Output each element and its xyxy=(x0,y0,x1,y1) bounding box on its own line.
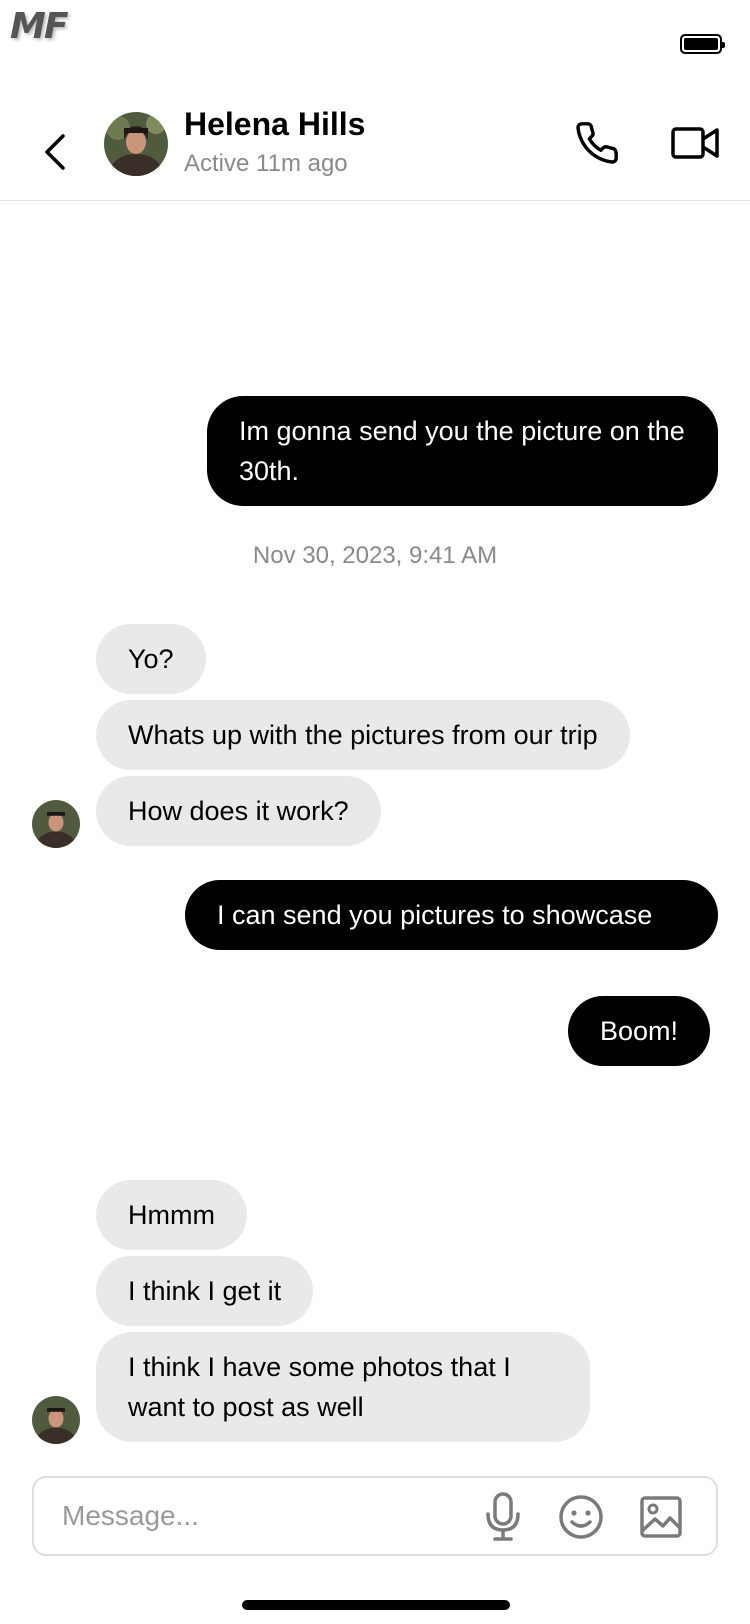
video-camera-icon xyxy=(671,127,719,159)
message-composer xyxy=(32,1476,718,1556)
contact-avatar-small[interactable] xyxy=(32,800,80,848)
contact-name: Helena Hills xyxy=(184,106,366,142)
contact-avatar[interactable] xyxy=(104,112,168,176)
message-input[interactable] xyxy=(62,1496,442,1536)
contact-avatar-small[interactable] xyxy=(32,1396,80,1444)
message-bubble-received[interactable]: How does it work? xyxy=(96,776,381,846)
message-bubble-received[interactable]: Whats up with the pictures from our trip xyxy=(96,700,630,770)
call-button[interactable] xyxy=(570,116,624,170)
voice-message-button[interactable] xyxy=(476,1490,530,1544)
message-bubble-received[interactable]: Hmmm xyxy=(96,1180,247,1250)
chevron-left-icon xyxy=(45,134,65,170)
message-bubble-received[interactable]: I think I get it xyxy=(96,1256,314,1326)
message-timestamp: Nov 30, 2023, 9:41 AM xyxy=(252,542,498,569)
emoji-button[interactable] xyxy=(554,1490,608,1544)
chat-header: Helena Hills Active 11m ago xyxy=(0,80,750,201)
message-bubble-sent[interactable]: Boom! xyxy=(568,996,711,1066)
image-icon xyxy=(640,1496,682,1538)
attach-image-button[interactable] xyxy=(634,1490,688,1544)
battery-icon xyxy=(680,34,725,54)
home-indicator[interactable] xyxy=(242,1600,510,1610)
message-bubble-sent[interactable]: Im gonna send you the picture on the 30t… xyxy=(207,396,718,506)
video-call-button[interactable] xyxy=(664,116,728,170)
message-bubble-received[interactable]: Yo? xyxy=(96,624,206,694)
app-logo: MF xyxy=(10,6,68,47)
phone-icon xyxy=(576,122,618,164)
message-bubble-received[interactable]: I think I have some photos that I want t… xyxy=(96,1332,590,1442)
smiley-icon xyxy=(559,1495,603,1539)
microphone-icon xyxy=(486,1492,520,1541)
message-bubble-sent[interactable]: I can send you pictures to showcase xyxy=(185,880,718,950)
back-button[interactable] xyxy=(34,122,74,182)
contact-status: Active 11m ago xyxy=(184,150,348,177)
